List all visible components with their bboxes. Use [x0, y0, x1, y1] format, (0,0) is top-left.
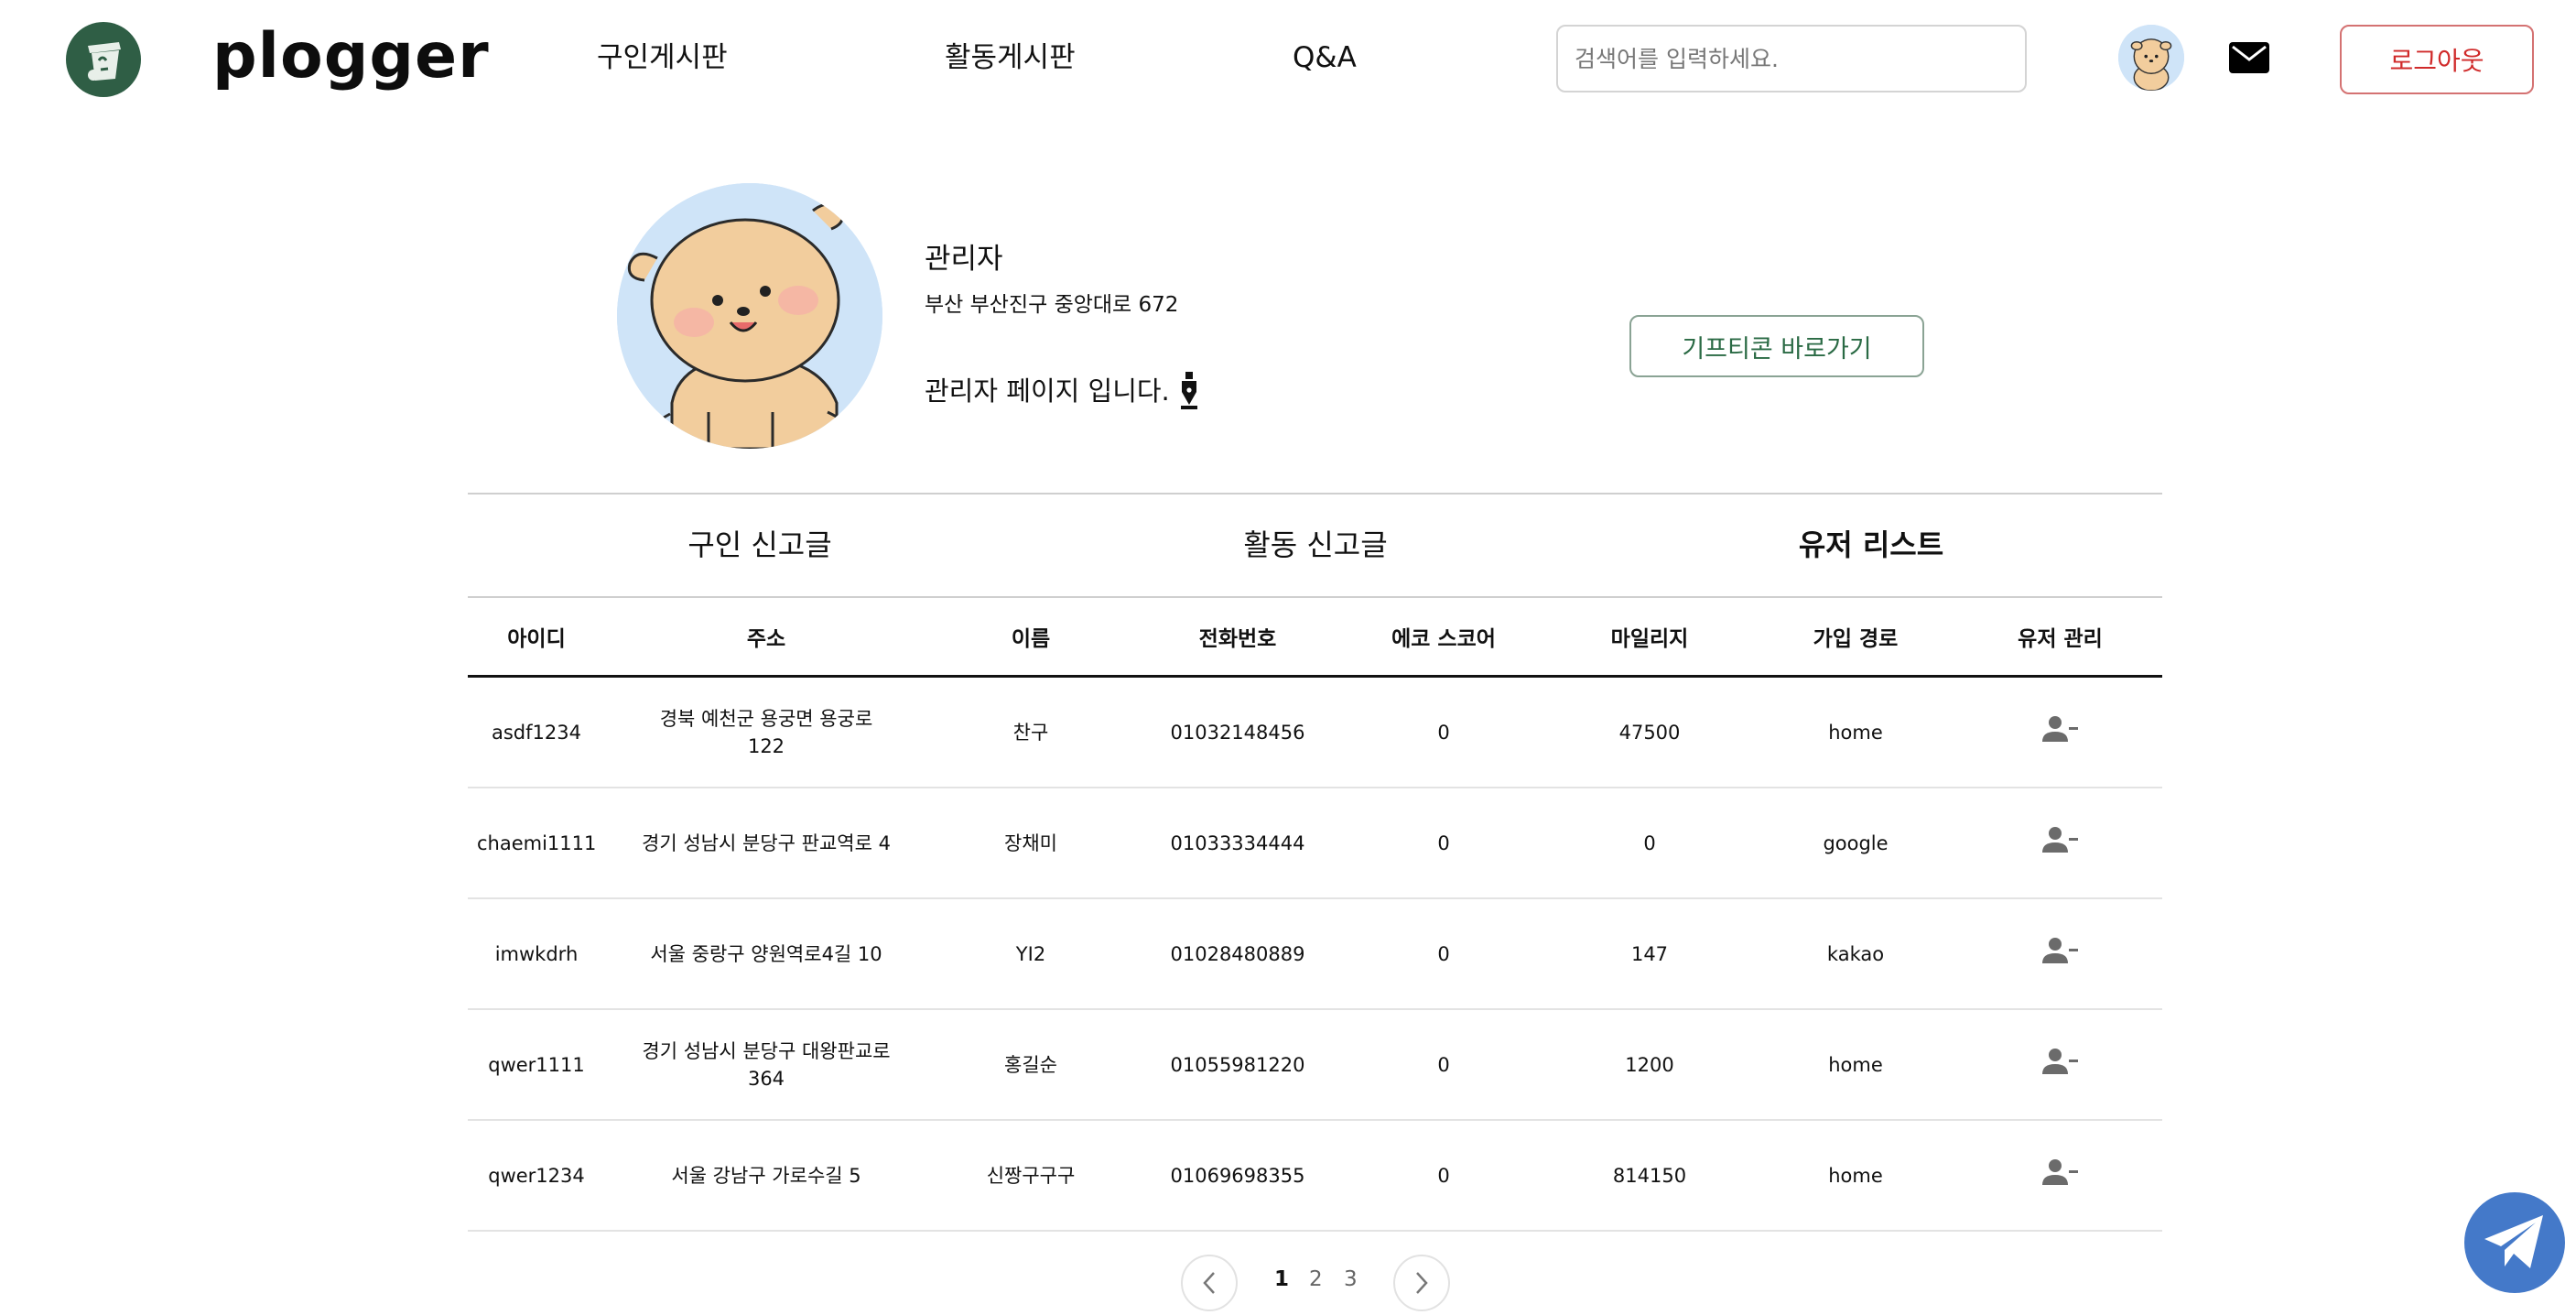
- user-phone: 01033334444: [1134, 788, 1341, 899]
- table-row: imwkdrh 서울 중랑구 양원역로4길 10 YI2 01028480889…: [468, 898, 2162, 1010]
- user-name: 신짱구구구: [927, 1120, 1134, 1232]
- user-avatar[interactable]: [2118, 25, 2184, 91]
- user-eco-score: 0: [1341, 788, 1546, 899]
- tab-activity-reports[interactable]: 활동 신고글: [1132, 522, 1499, 568]
- table-row: chaemi1111 경기 성남시 분당구 판교역로 4 장채미 0103333…: [468, 788, 2162, 899]
- nav-qna[interactable]: Q&A: [1293, 37, 1357, 79]
- user-address: 서울 강남구 가로수길 5: [605, 1120, 927, 1232]
- nav-job-board[interactable]: 구인게시판: [597, 37, 728, 79]
- column-header: 아이디: [468, 597, 605, 678]
- person-remove-icon[interactable]: [2041, 825, 2079, 854]
- user-name: 찬구: [927, 676, 1134, 788]
- pagination-next-button[interactable]: [1393, 1255, 1450, 1311]
- user-phone: 01055981220: [1134, 1009, 1341, 1121]
- user-id: chaemi1111: [468, 788, 605, 899]
- chevron-left-icon: [1203, 1272, 1215, 1294]
- user-eco-score: 0: [1341, 676, 1546, 788]
- person-remove-icon[interactable]: [2041, 936, 2079, 965]
- column-header: 에코 스코어: [1341, 597, 1546, 678]
- puppy-avatar-icon: [2118, 25, 2184, 91]
- user-address: 경기 성남시 분당구 대왕판교로 364: [605, 1009, 927, 1121]
- user-eco-score: 0: [1341, 1120, 1546, 1232]
- user-name: 장채미: [927, 788, 1134, 899]
- column-header: 이름: [927, 597, 1134, 678]
- user-id: imwkdrh: [468, 898, 605, 1010]
- user-mileage: 147: [1546, 898, 1753, 1010]
- column-header: 마일리지: [1546, 597, 1753, 678]
- gifticon-button[interactable]: 기프티콘 바로가기: [1629, 315, 1924, 377]
- user-phone: 01032148456: [1134, 676, 1341, 788]
- profile-name: 관리자: [925, 243, 1003, 276]
- person-remove-icon[interactable]: [2041, 714, 2079, 744]
- chevron-right-icon: [1416, 1272, 1428, 1294]
- user-manage-cell: [1958, 788, 2162, 899]
- pagination-page-3[interactable]: 3: [1344, 1267, 1358, 1291]
- pen-nib-icon[interactable]: [1179, 372, 1199, 410]
- user-manage-cell: [1958, 1120, 2162, 1232]
- user-mileage: 814150: [1546, 1120, 1753, 1232]
- tab-job-reports[interactable]: 구인 신고글: [577, 522, 943, 568]
- mail-icon[interactable]: [2228, 40, 2270, 75]
- profile-bio: 관리자 페이지 입니다.: [925, 372, 1199, 410]
- user-address: 서울 중랑구 양원역로4길 10: [605, 898, 927, 1010]
- pagination-page-1[interactable]: 1: [1274, 1267, 1289, 1291]
- table-header-row: 아이디 주소 이름 전화번호 에코 스코어 마일리지 가입 경로 유저 관리: [468, 597, 2162, 678]
- person-remove-icon[interactable]: [2041, 1157, 2079, 1187]
- trash-bin-logo-icon: [88, 42, 121, 81]
- user-name: YI2: [927, 898, 1134, 1010]
- search-input[interactable]: [1556, 25, 2027, 92]
- user-manage-cell: [1958, 898, 2162, 1010]
- table-row: qwer1234 서울 강남구 가로수길 5 신짱구구구 01069698355…: [468, 1120, 2162, 1232]
- column-header: 가입 경로: [1753, 597, 1958, 678]
- profile-address: 부산 부산진구 중앙대로 672: [925, 293, 1179, 317]
- pagination-page-2[interactable]: 2: [1309, 1267, 1323, 1291]
- user-mileage: 47500: [1546, 676, 1753, 788]
- paper-plane-icon: [2484, 1215, 2543, 1268]
- logout-button[interactable]: 로그아웃: [2340, 25, 2534, 94]
- column-header: 전화번호: [1134, 597, 1341, 678]
- column-header: 유저 관리: [1958, 597, 2162, 678]
- tab-user-list[interactable]: 유저 리스트: [1688, 522, 2054, 568]
- user-name: 홍길순: [927, 1009, 1134, 1121]
- user-manage-cell: [1958, 1009, 2162, 1121]
- site-logo[interactable]: [66, 22, 141, 97]
- user-id: asdf1234: [468, 676, 605, 788]
- profile-avatar: [617, 183, 882, 449]
- user-join-route: google: [1753, 788, 1958, 899]
- table-row: qwer1111 경기 성남시 분당구 대왕판교로 364 홍길순 010559…: [468, 1009, 2162, 1121]
- user-join-route: kakao: [1753, 898, 1958, 1010]
- user-id: qwer1234: [468, 1120, 605, 1232]
- profile-bio-text: 관리자 페이지 입니다.: [925, 375, 1170, 407]
- user-join-route: home: [1753, 1120, 1958, 1232]
- divider: [468, 493, 2162, 494]
- user-join-route: home: [1753, 1009, 1958, 1121]
- user-phone: 01028480889: [1134, 898, 1341, 1010]
- nav-activity-board[interactable]: 활동게시판: [945, 37, 1076, 79]
- user-phone: 01069698355: [1134, 1120, 1341, 1232]
- user-join-route: home: [1753, 676, 1958, 788]
- user-mileage: 0: [1546, 788, 1753, 899]
- table-row: asdf1234 경북 예천군 용궁면 용궁로 122 찬구 010321484…: [468, 676, 2162, 788]
- brand-name[interactable]: plogger: [212, 13, 490, 101]
- user-manage-cell: [1958, 676, 2162, 788]
- user-table: 아이디 주소 이름 전화번호 에코 스코어 마일리지 가입 경로 유저 관리 a…: [468, 597, 2162, 1232]
- column-header: 주소: [605, 597, 927, 678]
- user-address: 경기 성남시 분당구 판교역로 4: [605, 788, 927, 899]
- chat-send-button[interactable]: [2464, 1192, 2565, 1293]
- user-mileage: 1200: [1546, 1009, 1753, 1121]
- user-eco-score: 0: [1341, 1009, 1546, 1121]
- pagination-prev-button[interactable]: [1181, 1255, 1238, 1311]
- user-id: qwer1111: [468, 1009, 605, 1121]
- puppy-avatar-icon: [617, 183, 882, 449]
- user-address: 경북 예천군 용궁면 용궁로 122: [605, 676, 927, 788]
- user-eco-score: 0: [1341, 898, 1546, 1010]
- person-remove-icon[interactable]: [2041, 1047, 2079, 1076]
